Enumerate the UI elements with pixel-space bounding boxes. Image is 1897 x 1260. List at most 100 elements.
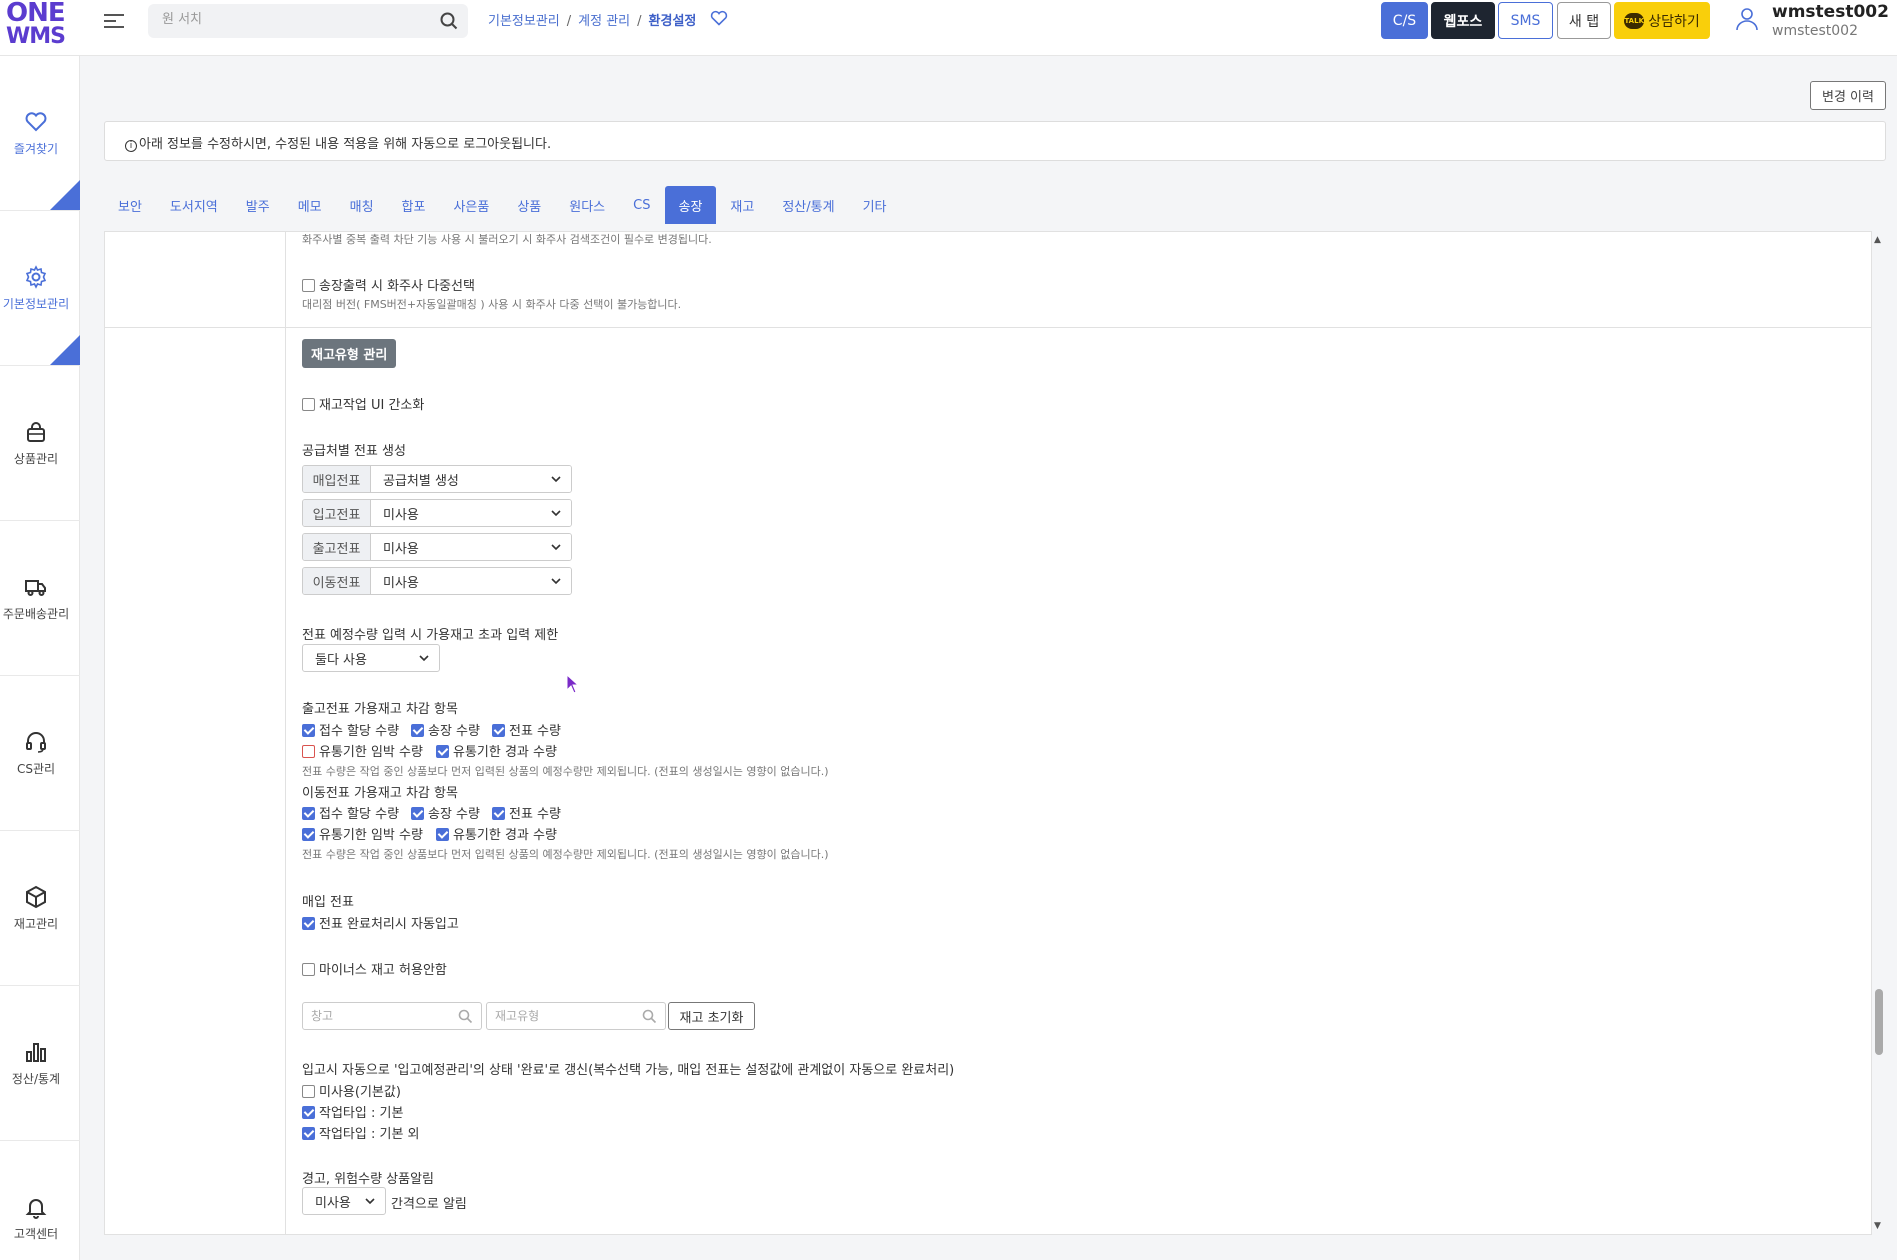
transfer-deduct-checkbox[interactable] [492,807,505,820]
tab-stock[interactable]: 재고 [716,186,768,224]
sidebar-item-label: 기본정보관리 [2,297,70,311]
search-icon[interactable] [642,1009,657,1024]
tab-combined-packing[interactable]: 합포 [388,186,440,224]
transfer-deduct-option[interactable]: 유통기한 경과 수량 [436,824,557,843]
outbound-deduct-checkbox[interactable] [436,745,449,758]
hamburger-menu-icon[interactable] [102,10,126,34]
auto-status-option[interactable]: 작업타입 : 기본 외 [302,1123,420,1142]
tab-gifts[interactable]: 사은품 [439,186,503,224]
transfer-deduct-option[interactable]: 접수 할당 수량 [302,803,399,822]
transfer-deduct-option[interactable]: 전표 수량 [492,803,561,822]
transfer-slip-select[interactable]: 미사용 [371,568,571,594]
purchase-auto-option[interactable]: 전표 완료처리시 자동입고 [302,913,459,932]
panel-scrollbar[interactable]: ▲ ▼ [1872,231,1886,1235]
tab-onedas[interactable]: 원다스 [555,186,619,224]
user-name[interactable]: wmstest002 [1772,2,1889,22]
stock-type-manage-button[interactable]: 재고유형 관리 [302,339,397,368]
multi-owner-checkbox[interactable] [302,279,315,292]
outbound-deduct-checkbox[interactable] [302,724,315,737]
sidebar-item-support[interactable]: 고객센터 [0,1141,80,1260]
info-icon: i [125,140,137,152]
warehouse-input[interactable] [311,1009,441,1023]
transfer-deduct-option[interactable]: 유통기한 임박 수량 [302,824,423,843]
auto-status-checkbox[interactable] [302,1127,315,1140]
sidebar-item-label: 재고관리 [13,917,59,931]
outbound-deduct-checkbox[interactable] [411,724,424,737]
sidebar-item-cs[interactable]: CS관리 [0,676,80,831]
tab-etc[interactable]: 기타 [849,186,901,224]
tab-statistics[interactable]: 정산/통계 [768,186,848,224]
outbound-deduct-option[interactable]: 유통기한 임박 수량 [302,741,423,760]
tab-island-area[interactable]: 도서지역 [156,186,232,224]
minus-stock-checkbox[interactable] [302,963,315,976]
sidebar-item-orders[interactable]: 주문배송관리 [0,521,80,676]
scrollbar-thumb[interactable] [1875,989,1883,1055]
simplify-ui-checkbox[interactable] [302,398,315,411]
breadcrumb-item[interactable]: 기본정보관리 [488,14,560,29]
sidebar-item-favorites[interactable]: 즐겨찾기 [0,56,80,211]
transfer-deduct-checkbox[interactable] [302,807,315,820]
search-input[interactable] [162,12,422,27]
inbound-slip-addon: 입고전표 [303,500,371,526]
stock-type-input[interactable] [495,1009,625,1023]
new-tab-button[interactable]: 새 탭 [1557,2,1611,39]
auto-status-checkbox[interactable] [302,1085,315,1098]
auto-status-checkbox[interactable] [302,1106,315,1119]
tab-security[interactable]: 보안 [104,186,156,224]
search-icon[interactable] [458,1009,473,1024]
favorite-heart-icon[interactable] [710,10,728,26]
sms-button[interactable]: SMS [1498,2,1553,39]
search-icon[interactable] [440,12,458,30]
inbound-slip-select[interactable]: 미사용 [371,500,571,526]
transfer-deduct-checkbox[interactable] [302,828,315,841]
auto-status-option[interactable]: 작업타입 : 기본 [302,1102,403,1121]
logo[interactable]: ONE WMS [6,0,66,50]
cs-button[interactable]: C/S [1381,2,1428,39]
stock-reset-button[interactable]: 재고 초기화 [668,1002,755,1030]
transfer-deduct-checkbox[interactable] [411,807,424,820]
select-value: 미사용 [383,575,419,591]
outbound-deduct-title: 출고전표 가용재고 차감 항목 [302,702,458,717]
inbound-slip-select-group: 입고전표 미사용 [302,499,572,527]
auto-status-option[interactable]: 미사용(기본값) [302,1081,401,1100]
scroll-down-icon[interactable]: ▼ [1874,1221,1881,1231]
sidebar-item-stock[interactable]: 재고관리 [0,831,80,986]
tab-purchase-order[interactable]: 발주 [232,186,284,224]
alert-interval-select[interactable]: 미사용 [302,1187,386,1215]
purchase-auto-checkbox[interactable] [302,917,315,930]
chevron-down-icon [419,655,429,662]
tab-cs[interactable]: CS [619,186,664,224]
tab-products[interactable]: 상품 [503,186,555,224]
outbound-deduct-option[interactable]: 유통기한 경과 수량 [436,741,557,760]
tab-invoice[interactable]: 송장 [664,186,717,224]
transfer-deduct-checkbox[interactable] [436,828,449,841]
tab-memo[interactable]: 메모 [284,186,336,224]
sidebar-item-products[interactable]: 상품관리 [0,366,80,521]
outbound-slip-select[interactable]: 미사용 [371,534,571,560]
multi-owner-select-option[interactable]: 송장출력 시 화주사 다중선택 [302,275,475,294]
sidebar-item-label: 즐겨찾기 [13,142,59,156]
change-history-button[interactable]: 변경 이력 [1810,81,1886,110]
consult-button[interactable]: TALK 상담하기 [1614,2,1710,39]
outbound-deduct-checkbox[interactable] [302,745,315,758]
limit-select[interactable]: 둘다 사용 [302,644,440,672]
transfer-deduct-option[interactable]: 송장 수량 [411,803,480,822]
outbound-deduct-option[interactable]: 송장 수량 [411,720,480,739]
outbound-deduct-checkbox[interactable] [492,724,505,737]
outbound-deduct-option[interactable]: 전표 수량 [492,720,561,739]
tab-matching[interactable]: 매칭 [336,186,388,224]
top-bar: ONE WMS 기본정보관리/계정 관리/환경설정 C/S 웹포스 SMS 새 … [0,0,1897,56]
webpos-button[interactable]: 웹포스 [1431,2,1495,39]
chevron-down-icon [551,578,561,585]
purchase-slip-select[interactable]: 공급처별 생성 [371,466,571,492]
user-icon[interactable] [1734,6,1760,32]
sidebar-item-label: 고객센터 [13,1227,59,1241]
scroll-up-icon[interactable]: ▲ [1874,235,1881,245]
breadcrumb-item[interactable]: 계정 관리 [578,14,630,29]
outbound-deduct-option[interactable]: 접수 할당 수량 [302,720,399,739]
sidebar-item-basic-info[interactable]: 기본정보관리 [0,211,80,366]
minus-stock-option[interactable]: 마이너스 재고 허용안함 [302,959,447,978]
sidebar: 즐겨찾기 기본정보관리 상품관리 주문배송관리 CS관리 재고관리 정산/통계 … [0,56,80,1260]
sidebar-item-statistics[interactable]: 정산/통계 [0,986,80,1141]
simplify-ui-option[interactable]: 재고작업 UI 간소화 [302,394,424,413]
